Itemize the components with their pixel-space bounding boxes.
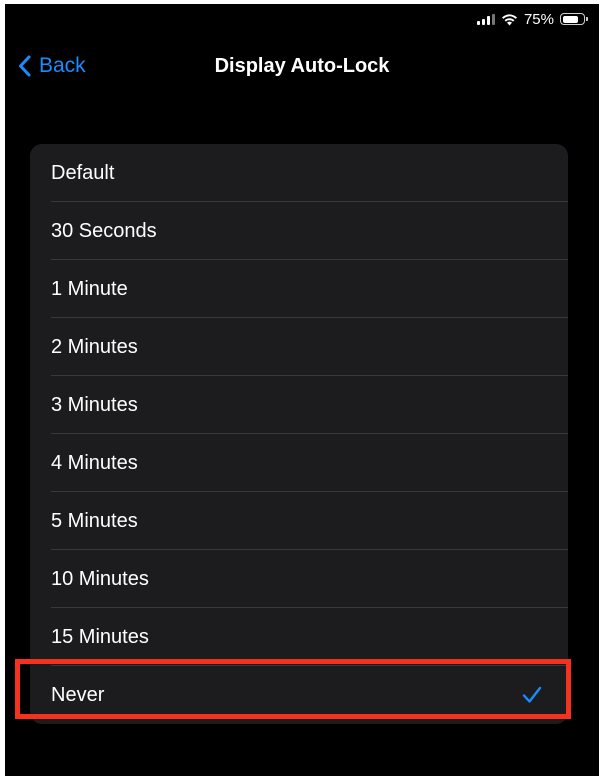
battery-percentage: 75%	[523, 10, 554, 28]
option-label: 4 Minutes	[51, 451, 138, 474]
wifi-icon	[501, 13, 518, 26]
navigation-bar: Back Display Auto-Lock	[5, 48, 599, 88]
option-row[interactable]: 5 Minutes	[30, 492, 568, 550]
option-row[interactable]: 3 Minutes	[30, 376, 568, 434]
option-label: Never	[51, 683, 105, 706]
option-row[interactable]: 2 Minutes	[30, 318, 568, 376]
battery-icon	[560, 13, 588, 25]
battery-level	[562, 15, 578, 23]
page-title: Display Auto-Lock	[214, 55, 390, 77]
checkmark-icon	[522, 686, 542, 703]
option-row[interactable]: 10 Minutes	[30, 550, 568, 608]
status-bar: 75%	[476, 8, 588, 30]
auto-lock-options-list: Default 30 Seconds 1 Minute 2 Minutes 3 Minu…	[30, 144, 568, 724]
option-label: 2 Minutes	[51, 335, 138, 358]
option-row[interactable]: 1 Minute	[30, 260, 568, 318]
option-label: 3 Minutes	[51, 393, 138, 416]
option-label: 1 Minute	[51, 277, 128, 300]
cellular-signal-icon	[476, 13, 495, 25]
option-label: 5 Minutes	[51, 509, 138, 532]
option-row[interactable]: 4 Minutes	[30, 434, 568, 492]
option-label: Default	[51, 161, 115, 184]
option-row[interactable]: 30 Seconds	[30, 202, 568, 260]
option-label: 10 Minutes	[51, 567, 149, 590]
option-row[interactable]: 15 Minutes	[30, 608, 568, 666]
screen: 75% Back Display Auto-Lock Default 30 Sec…	[5, 4, 599, 776]
option-label: 15 Minutes	[51, 625, 149, 648]
option-label: 30 Seconds	[51, 219, 157, 242]
option-row[interactable]: Never	[30, 666, 568, 724]
option-row[interactable]: Default	[30, 144, 568, 202]
